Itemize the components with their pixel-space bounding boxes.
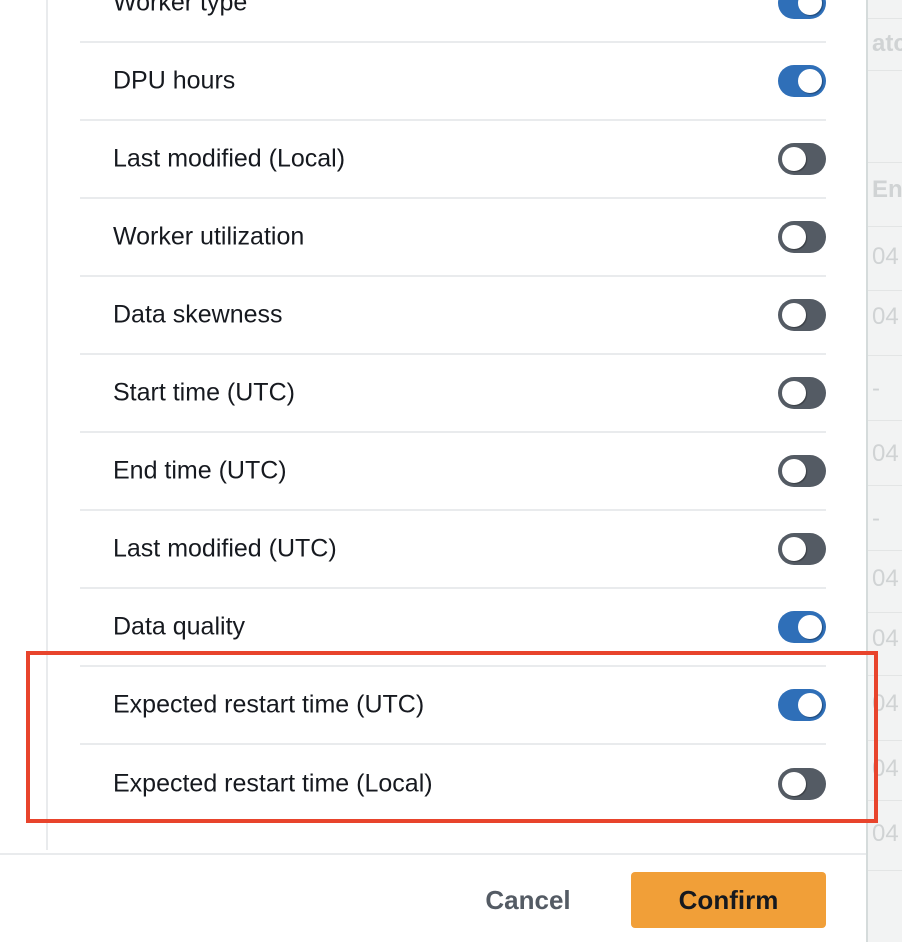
column-toggle-row: Worker type [80,0,826,43]
column-label: DPU hours [113,66,236,95]
column-toggle-row: Expected restart time (UTC) [80,667,826,745]
footer-divider [0,853,866,855]
column-visibility-toggle[interactable] [778,768,826,800]
column-visibility-toggle[interactable] [778,221,826,253]
toggle-knob [798,693,822,717]
background-table-cell: 04 [872,690,899,717]
toggle-knob [798,69,822,93]
background-table-cell: 04 [872,565,899,592]
column-visibility-toggle[interactable] [778,689,826,721]
background-table-cell: 04 [872,820,899,847]
column-visibility-toggle[interactable] [778,611,826,643]
background-row-divider [868,420,902,421]
column-visibility-toggle[interactable] [778,65,826,97]
column-toggle-row: Start time (UTC) [80,355,826,433]
cancel-button[interactable]: Cancel [470,872,586,928]
column-label: Worker utilization [113,222,305,251]
background-row-divider [868,740,902,741]
toggle-knob [782,147,806,171]
column-visibility-toggle[interactable] [778,143,826,175]
column-toggle-row: End time (UTC) [80,433,826,511]
toggle-knob [798,0,822,15]
column-toggle-row: Worker utilization [80,199,826,277]
column-visibility-toggle[interactable] [778,0,826,19]
background-row-divider [868,612,902,613]
background-row-divider [868,355,902,356]
background-row-divider [868,870,902,871]
column-visibility-toggle[interactable] [778,377,826,409]
background-row-divider [868,70,902,71]
background-row-divider [868,485,902,486]
column-visibility-toggle[interactable] [778,299,826,331]
column-visibility-toggle[interactable] [778,455,826,487]
background-table-cell: 04 [872,625,899,652]
toggle-knob [782,772,806,796]
column-toggle-row: Expected restart time (Local) [80,745,826,823]
background-row-divider [868,675,902,676]
column-visibility-toggle[interactable] [778,533,826,565]
background-table-cell: En [872,176,902,203]
column-label: Data quality [113,612,246,641]
background-table-cell: 04 [872,243,899,270]
background-row-divider [868,290,902,291]
toggle-knob [782,303,806,327]
column-label: End time (UTC) [113,456,287,485]
background-table-cell: - [872,375,880,402]
column-label: Expected restart time (UTC) [113,690,425,719]
column-label: Last modified (UTC) [113,534,337,563]
column-label: Worker type [113,0,248,17]
content-border [46,0,48,850]
toggle-knob [782,225,806,249]
column-label: Last modified (Local) [113,144,346,173]
column-toggle-row: Last modified (Local) [80,121,826,199]
toggle-knob [782,381,806,405]
column-label: Expected restart time (Local) [113,769,433,798]
toggle-knob [782,537,806,561]
column-toggle-row: Last modified (UTC) [80,511,826,589]
background-table-cell: atch [872,30,902,57]
preferences-modal: Worker type DPU hours Last modified (Local… [0,0,866,942]
background-row-divider [868,18,902,19]
confirm-button[interactable]: Confirm [631,872,826,928]
background-table-cell: 04 [872,440,899,467]
background-table: atch En 04 04 - 04 - 04 04 04 04 04 [866,0,902,942]
background-row-divider [868,800,902,801]
toggle-knob [782,459,806,483]
column-label: Data skewness [113,300,283,329]
column-toggle-row: DPU hours [80,43,826,121]
background-row-divider [868,226,902,227]
background-row-divider [868,550,902,551]
column-label: Start time (UTC) [113,378,295,407]
background-table-cell: 04 [872,755,899,782]
toggle-knob [798,615,822,639]
background-table-cell: 04 [872,303,899,330]
background-table-cell: - [872,505,880,532]
background-row-divider [868,162,902,163]
column-toggle-row: Data skewness [80,277,826,355]
column-toggle-row: Data quality [80,589,826,667]
